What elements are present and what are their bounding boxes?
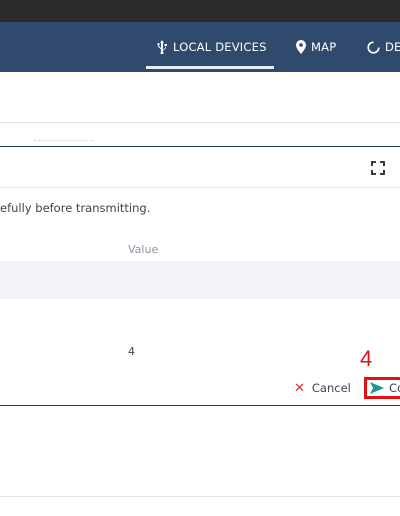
active-tab-indicator (146, 66, 274, 69)
usb-icon (157, 40, 167, 54)
table-header-row (0, 261, 400, 299)
dialog-header (0, 147, 400, 188)
confirm-dialog: efully before transmitting. Value 4 ✕ Ca… (0, 146, 400, 406)
fullscreen-button[interactable] (370, 160, 386, 176)
tab-local-devices-label: LOCAL DEVICES (173, 40, 267, 54)
send-icon (370, 382, 384, 394)
cancel-button-label: Cancel (311, 381, 351, 395)
tab-local-devices[interactable]: LOCAL DEVICES (156, 22, 267, 72)
cancel-button[interactable]: ✕ Cancel (294, 379, 351, 397)
window-top-strip (0, 0, 400, 22)
confirm-button-label: Co (389, 381, 400, 395)
map-pin-icon (296, 40, 306, 54)
circle-icon (367, 40, 380, 54)
top-navbar: LOCAL DEVICES MAP DE (0, 22, 400, 72)
divider (0, 496, 400, 497)
tab-map[interactable]: MAP (296, 22, 336, 72)
fullscreen-icon (371, 161, 385, 175)
close-icon: ✕ (294, 380, 305, 396)
step-annotation-number: 4 (360, 346, 373, 371)
warning-text: efully before transmitting. (0, 201, 151, 215)
column-header-value: Value (128, 243, 159, 256)
confirm-button[interactable]: Co (364, 377, 400, 399)
divider (0, 122, 400, 123)
tab-de[interactable]: DE (367, 22, 400, 72)
tab-map-label: MAP (311, 40, 337, 54)
table-cell-value: 4 (128, 345, 135, 358)
tab-de-label: DE (385, 40, 400, 54)
